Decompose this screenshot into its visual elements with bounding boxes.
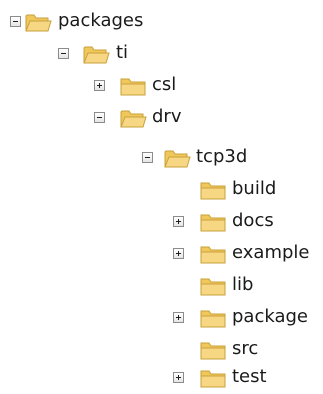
tree-node-label: ti <box>116 42 129 63</box>
folder-icon <box>200 342 226 360</box>
folder-icon <box>120 78 146 96</box>
tree-node-label: test <box>232 366 267 387</box>
tree-node-label: build <box>232 178 277 199</box>
expand-toggle-icon[interactable] <box>94 80 105 91</box>
collapse-toggle-icon[interactable] <box>10 16 21 27</box>
expand-toggle-icon[interactable] <box>173 248 184 259</box>
tree-node-label: drv <box>152 106 182 127</box>
tree-node-label: csl <box>152 74 177 95</box>
folder-icon <box>200 310 226 328</box>
expand-toggle-icon[interactable] <box>173 372 184 383</box>
expand-toggle-icon[interactable] <box>173 312 184 323</box>
tree-node-label: packages <box>58 10 144 31</box>
expand-toggle-icon[interactable] <box>173 216 184 227</box>
collapse-toggle-icon[interactable] <box>94 112 105 123</box>
tree-node-label: src <box>232 338 259 359</box>
folder-icon <box>200 182 226 200</box>
tree-node-label: lib <box>232 274 254 295</box>
tree-node-label: docs <box>232 210 274 231</box>
collapse-toggle-icon[interactable] <box>58 48 69 59</box>
folder-icon <box>200 278 226 296</box>
folder-open-icon <box>83 46 110 64</box>
folder-tree: packages ti csl drv tcp3d build docs exa… <box>0 0 323 394</box>
folder-open-icon <box>120 110 147 128</box>
folder-icon <box>200 246 226 264</box>
collapse-toggle-icon[interactable] <box>142 152 153 163</box>
folder-open-icon <box>25 14 52 32</box>
tree-node-label: example <box>232 242 310 263</box>
folder-icon <box>200 370 226 388</box>
folder-open-icon <box>164 150 191 168</box>
folder-icon <box>200 214 226 232</box>
tree-node-label: package <box>232 306 308 327</box>
tree-node-label: tcp3d <box>196 146 248 167</box>
